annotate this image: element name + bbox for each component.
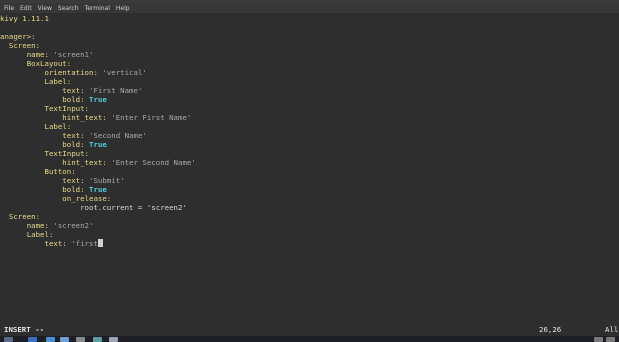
code-token: text: (0, 239, 72, 248)
code-token: hint_text: (0, 113, 112, 122)
code-line: text: 'Submit' (0, 176, 125, 185)
code-token: True (89, 140, 107, 149)
menu-help[interactable]: Help (116, 5, 130, 12)
code-token: bold: (0, 95, 89, 104)
code-token: 'First Name' (89, 86, 143, 95)
code-line: hint_text: 'Enter Second Name' (0, 158, 196, 167)
code-line: Screen: (0, 41, 40, 50)
code-token: TextInput: (0, 149, 89, 158)
code-token: 'Submit' (89, 176, 125, 185)
volume-icon[interactable] (594, 337, 603, 342)
code-line: text: 'First Name' (0, 86, 142, 95)
code-line: name: 'screen1' (0, 50, 94, 59)
folder-icon[interactable] (60, 337, 69, 342)
code-token: 'screen2' (53, 221, 94, 230)
code-line: TextInput: (0, 149, 89, 158)
code-token: 'Enter First Name' (111, 113, 192, 122)
menu-view[interactable]: View (38, 5, 52, 12)
menu-file[interactable]: File (4, 5, 14, 12)
code-token: root.current = (0, 203, 147, 212)
code-line: on_release: (0, 194, 111, 203)
code-token: Label: (0, 77, 72, 86)
code-token: Label: (0, 230, 54, 239)
code-token: Screen: (0, 41, 41, 50)
code-line: kivy 1.11.1 (0, 14, 49, 23)
code-token: bold: (0, 140, 89, 149)
cursor-position: 26,26 (539, 325, 562, 334)
menu-search[interactable]: Search (58, 5, 79, 12)
code-token: 'screen1' (53, 50, 94, 59)
code-token: 'screen2' (146, 203, 187, 212)
code-line: anager>: (0, 32, 36, 41)
app-icon[interactable] (109, 337, 118, 342)
terminal-icon[interactable] (76, 337, 85, 342)
taskbar (0, 336, 619, 342)
mode-indicator: INSERT -- (4, 325, 45, 334)
code-token: text: (0, 176, 89, 185)
code-line: TextInput: (0, 104, 89, 113)
code-line: bold: True (0, 95, 107, 104)
code-line: Label: (0, 122, 71, 131)
code-token: 'vertical' (102, 68, 147, 77)
code-token: 'Second Name' (89, 131, 147, 140)
vim-statusbar: INSERT -- 26,26 All (0, 324, 619, 336)
code-token: anager>: (0, 32, 36, 41)
code-token: TextInput: (0, 104, 89, 113)
code-line: bold: True (0, 185, 107, 194)
scroll-indicator: All (605, 325, 619, 334)
browser-icon[interactable] (46, 337, 55, 342)
menu-edit[interactable]: Edit (20, 5, 32, 12)
terminal-editor[interactable]: kivy 1.11.1 anager>: Screen: name: 'scree… (0, 14, 619, 322)
code-token: kivy 1.11.1 (0, 14, 49, 23)
menu-bar: File Edit View Search Terminal Help (0, 3, 619, 13)
code-line: root.current = 'screen2' (0, 203, 187, 212)
network-icon[interactable] (606, 337, 615, 342)
code-token: True (89, 185, 107, 194)
files-icon[interactable] (28, 337, 37, 342)
code-line: Label: (0, 77, 71, 86)
code-token: hint_text: (0, 158, 112, 167)
code-token: bold: (0, 185, 89, 194)
code-token: Button: (0, 167, 76, 176)
app-icon[interactable] (93, 337, 102, 342)
code-token: Screen: (0, 212, 41, 221)
code-token: on_release: (0, 194, 112, 203)
code-token: text: (0, 86, 89, 95)
code-line: name: 'screen2' (0, 221, 94, 230)
code-line: Button: (0, 167, 76, 176)
code-token: 'Enter Second Name' (111, 158, 196, 167)
code-token: name: (0, 50, 54, 59)
menu-icon[interactable] (4, 337, 13, 342)
code-token: Label: (0, 122, 72, 131)
code-line: text: 'Second Name' (0, 131, 147, 140)
code-token: name: (0, 221, 54, 230)
code-token: text: (0, 131, 89, 140)
menu-terminal[interactable]: Terminal (85, 5, 110, 12)
code-token: True (89, 95, 107, 104)
code-line: BoxLayout: (0, 59, 72, 68)
code-line: orientation: 'vertical' (0, 68, 147, 77)
code-token: 'first (71, 239, 98, 248)
code-line: text: 'first (0, 239, 103, 248)
code-token: BoxLayout: (0, 59, 72, 68)
code-line: hint_text: 'Enter First Name' (0, 113, 191, 122)
code-token: orientation: (0, 68, 103, 77)
code-line: Label: (0, 230, 54, 239)
text-cursor (97, 239, 103, 247)
code-line: bold: True (0, 140, 107, 149)
code-line: Screen: (0, 212, 40, 221)
